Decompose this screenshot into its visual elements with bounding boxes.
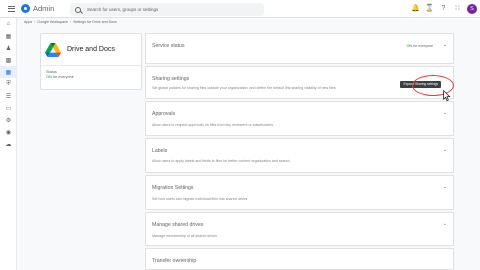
admin-logo-icon — [21, 4, 30, 13]
panel-title: Service status — [152, 43, 185, 49]
panel-title: Migration Settings — [152, 184, 194, 191]
panel-status-on: ON — [406, 44, 413, 48]
search-input[interactable]: Search for users, groups or settings — [70, 3, 264, 16]
app-name: Admin — [33, 4, 55, 13]
panel-status-suffix: for everyone — [413, 44, 433, 48]
breadcrumb: Apps › Google Workspace › Settings for D… — [24, 20, 117, 24]
chevron-down-icon[interactable]: ⌄ — [443, 110, 447, 116]
status-label: Status — [46, 70, 57, 74]
devices-icon[interactable]: ▩ — [0, 54, 17, 66]
dashboard-icon[interactable]: ▦ — [0, 30, 17, 42]
google-drive-icon — [45, 42, 61, 57]
apps-icon[interactable]: ∷ — [453, 3, 462, 14]
panel-sharing-settings[interactable]: Sharing settings Set global policies for… — [145, 65, 454, 101]
billing-icon[interactable]: ▭ — [0, 102, 17, 114]
status-suffix: for everyone — [52, 75, 74, 79]
left-nav-rail: ⌂ ▦ ♟ ▩ ▦ ⛨ ☰ ▭ ⚙ ◉ ☁ — [0, 18, 17, 270]
search-placeholder: Search for users, groups or settings — [87, 7, 159, 12]
service-name: Drive and Docs — [67, 46, 115, 53]
breadcrumb-google-workspace[interactable]: Google Workspace — [37, 20, 68, 24]
account-icon[interactable]: ⚙ — [0, 114, 17, 126]
breadcrumb-apps[interactable]: Apps — [24, 20, 32, 24]
avatar[interactable]: S — [467, 3, 477, 14]
mouse-pointer-icon — [443, 89, 451, 101]
panel-description: Set global policies for sharing files ou… — [152, 85, 336, 90]
panel-migration-settings[interactable]: Migration Settings Set how users can mig… — [145, 174, 454, 210]
settings-panels: Service status ON for everyone ⌄ Sharing… — [145, 33, 454, 270]
menu-icon[interactable] — [3, 1, 19, 17]
panel-title: Manage shared drives — [152, 221, 204, 228]
search-icon — [75, 6, 81, 13]
directory-icon[interactable]: ♟ — [0, 42, 17, 54]
panel-title: Sharing settings — [152, 75, 190, 82]
storage-icon[interactable]: ☁ — [0, 138, 17, 150]
chevron-down-icon[interactable]: ⌄ — [443, 147, 447, 153]
apps-icon[interactable]: ▦ — [0, 66, 17, 78]
panel-service-status[interactable]: Service status ON for everyone ⌄ — [145, 33, 454, 64]
hourglass-icon[interactable]: ⌛ — [425, 3, 434, 14]
panel-title: Labels — [152, 148, 168, 155]
panel-manage-shared-drives[interactable]: Manage shared drives Manage membership o… — [145, 211, 454, 247]
admin-logo[interactable]: Admin — [21, 4, 54, 13]
chevron-down-icon[interactable]: ⌄ — [443, 42, 447, 48]
status-on: ON — [46, 75, 52, 79]
panel-title: Approvals — [152, 111, 176, 118]
chevron-down-icon[interactable]: ⌄ — [443, 184, 447, 190]
panel-approvals[interactable]: Approvals Allow users to request approva… — [145, 101, 454, 137]
service-summary-card: Drive and Docs Status ON for everyone — [40, 33, 142, 90]
breadcrumb-current: Settings for Drive and Docs — [73, 20, 117, 24]
notifications-icon[interactable]: 🔔 — [411, 3, 420, 14]
panel-description: Manage membership of all shared drives — [152, 233, 217, 238]
panel-title: Transfer ownership — [152, 258, 197, 265]
panel-description: Allow users to apply labels and fields t… — [152, 159, 291, 164]
panel-transfer-ownership[interactable]: Transfer ownership — [145, 248, 454, 270]
chevron-down-icon[interactable]: ⌄ — [443, 221, 447, 227]
panel-status: ON for everyone — [407, 44, 433, 48]
panel-description: Allow users to request approvals on file… — [152, 123, 275, 128]
top-app-bar: Admin Search for users, groups or settin… — [0, 0, 480, 18]
reporting-icon[interactable]: ☰ — [0, 90, 17, 102]
rules-icon[interactable]: ◉ — [0, 126, 17, 138]
status-value: ON for everyone — [46, 75, 141, 79]
security-icon[interactable]: ⛨ — [0, 78, 17, 90]
breadcrumb-separator: › — [34, 20, 36, 24]
help-icon[interactable]: ? — [439, 3, 448, 14]
breadcrumb-separator: › — [69, 20, 72, 24]
panel-description: Set how users can migrate individual fil… — [152, 196, 248, 201]
panel-labels[interactable]: Labels Allow users to apply labels and f… — [145, 138, 454, 173]
home-icon[interactable]: ⌂ — [0, 18, 17, 30]
